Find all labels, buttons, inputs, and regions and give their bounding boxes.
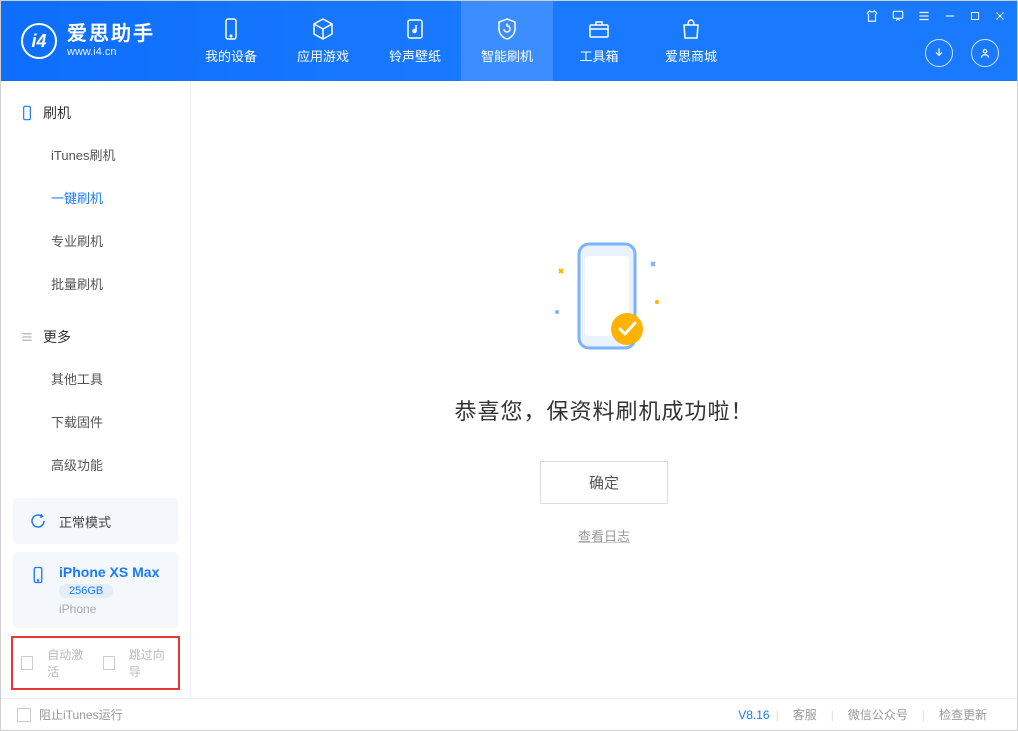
nav-label: 爱思商城 [665, 46, 717, 65]
main-nav: 我的设备 应用游戏 铃声壁纸 智能刷机 工具箱 爱思商城 [185, 1, 737, 81]
main-content: 恭喜您，保资料刷机成功啦！ 确定 查看日志 [191, 81, 1017, 698]
success-illustration [529, 234, 679, 364]
auto-activate-checkbox[interactable] [21, 656, 33, 670]
nav-ring-wall[interactable]: 铃声壁纸 [369, 1, 461, 81]
sidebar-item-other-tools[interactable]: 其他工具 [1, 357, 190, 400]
block-itunes-label: 阻止iTunes运行 [39, 706, 123, 723]
app-subtitle: www.i4.cn [67, 46, 155, 59]
skip-guide-checkbox[interactable] [103, 656, 115, 670]
window-controls [865, 9, 1007, 23]
sidebar: 刷机 iTunes刷机 一键刷机 专业刷机 批量刷机 更多 其他工具 下载固件 … [1, 81, 191, 698]
skip-guide-label: 跳过向导 [129, 646, 170, 680]
sidebar-item-oneclick-flash[interactable]: 一键刷机 [1, 176, 190, 219]
device-name: iPhone XS Max [59, 564, 159, 580]
support-link[interactable]: 客服 [793, 706, 817, 723]
app-logo-icon: i4 [21, 23, 57, 59]
nav-smart-flash[interactable]: 智能刷机 [461, 1, 553, 81]
nav-label: 铃声壁纸 [389, 46, 441, 65]
block-itunes-checkbox[interactable] [17, 708, 31, 722]
feedback-icon[interactable] [891, 9, 905, 23]
nav-label: 工具箱 [579, 46, 618, 65]
logo-text: 爱思助手 www.i4.cn [67, 22, 155, 59]
skin-icon[interactable] [865, 9, 879, 23]
success-message: 恭喜您，保资料刷机成功啦！ [454, 394, 753, 426]
phone-icon [27, 564, 49, 586]
nav-label: 我的设备 [205, 46, 257, 65]
nav-my-device[interactable]: 我的设备 [185, 1, 277, 81]
view-log-link[interactable]: 查看日志 [578, 526, 630, 545]
device-panels: 正常模式 iPhone XS Max 256GB iPhone 自动激活 跳过向… [1, 490, 190, 698]
ok-button[interactable]: 确定 [540, 461, 668, 504]
app-body: 刷机 iTunes刷机 一键刷机 专业刷机 批量刷机 更多 其他工具 下载固件 … [1, 81, 1017, 698]
phone-icon [19, 105, 35, 121]
nav-label: 应用游戏 [297, 46, 349, 65]
nav-toolbox[interactable]: 工具箱 [553, 1, 645, 81]
bag-icon [679, 17, 703, 41]
device-storage: 256GB [59, 584, 113, 598]
sidebar-header-label: 更多 [43, 327, 71, 347]
sidebar-header-flash: 刷机 [1, 93, 190, 133]
sidebar-item-pro-flash[interactable]: 专业刷机 [1, 219, 190, 262]
nav-apps-games[interactable]: 应用游戏 [277, 1, 369, 81]
sidebar-item-batch-flash[interactable]: 批量刷机 [1, 262, 190, 305]
download-button[interactable] [925, 39, 953, 67]
sidebar-item-download-fw[interactable]: 下载固件 [1, 400, 190, 443]
close-button[interactable] [993, 9, 1007, 23]
user-button[interactable] [971, 39, 999, 67]
cube-icon [311, 17, 335, 41]
sidebar-header-label: 刷机 [43, 103, 71, 123]
device-info-card[interactable]: iPhone XS Max 256GB iPhone [13, 552, 178, 628]
divider: | [776, 708, 779, 722]
maximize-button[interactable] [969, 10, 981, 22]
logo-area: i4 爱思助手 www.i4.cn [1, 22, 175, 59]
version-label: V8.16 [738, 708, 769, 722]
device-type: iPhone [59, 602, 159, 616]
sidebar-section-flash: 刷机 iTunes刷机 一键刷机 专业刷机 批量刷机 [1, 81, 190, 305]
app-header: i4 爱思助手 www.i4.cn 我的设备 应用游戏 铃声壁纸 智能刷机 工具… [1, 1, 1017, 81]
minimize-button[interactable] [943, 9, 957, 23]
nav-label: 智能刷机 [481, 46, 533, 65]
toolbox-icon [587, 17, 611, 41]
device-mode-card[interactable]: 正常模式 [13, 498, 178, 544]
shield-refresh-icon [495, 17, 519, 41]
menu-icon[interactable] [917, 9, 931, 23]
nav-store[interactable]: 爱思商城 [645, 1, 737, 81]
divider: | [831, 708, 834, 722]
flash-options-row: 自动激活 跳过向导 [11, 636, 180, 690]
check-update-link[interactable]: 检查更新 [939, 706, 987, 723]
sidebar-section-more: 更多 其他工具 下载固件 高级功能 [1, 305, 190, 486]
device-info: iPhone XS Max 256GB iPhone [59, 564, 159, 616]
divider: | [922, 708, 925, 722]
list-icon [19, 329, 35, 345]
refresh-icon [27, 510, 49, 532]
sidebar-item-itunes-flash[interactable]: iTunes刷机 [1, 133, 190, 176]
header-actions [925, 39, 999, 67]
auto-activate-label: 自动激活 [47, 646, 88, 680]
footer: 阻止iTunes运行 V8.16 | 客服 | 微信公众号 | 检查更新 [1, 698, 1017, 730]
sidebar-header-more: 更多 [1, 317, 190, 357]
sidebar-item-advanced[interactable]: 高级功能 [1, 443, 190, 486]
device-mode-label: 正常模式 [59, 512, 111, 531]
device-icon [219, 17, 243, 41]
music-file-icon [403, 17, 427, 41]
wechat-link[interactable]: 微信公众号 [848, 706, 908, 723]
app-title: 爱思助手 [67, 22, 155, 46]
